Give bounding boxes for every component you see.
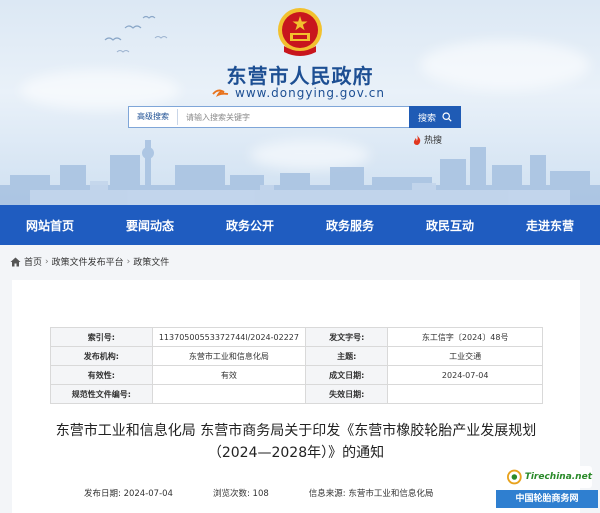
watermark-logo-text: Tirechina.net	[524, 472, 592, 482]
table-row: 规范性文件编号: 失效日期:	[50, 384, 543, 404]
meta-key: 发文字号:	[305, 327, 389, 347]
watermark: Tirechina.net 中国轮胎商务网	[496, 466, 598, 510]
breadcrumb-separator: ›	[126, 256, 131, 267]
publish-date: 发布日期: 2024-07-04	[84, 489, 173, 499]
meta-value: 东营市工业和信息化局	[151, 346, 307, 366]
city-skyline	[0, 140, 600, 205]
meta-value	[387, 384, 543, 404]
meta-key: 成文日期:	[305, 365, 389, 385]
meta-key: 失效日期:	[305, 384, 389, 404]
meta-key: 索引号:	[50, 327, 153, 347]
search-button[interactable]: 搜索	[409, 106, 461, 128]
breadcrumb: 首页 › 政策文件发布平台 › 政策文件	[10, 255, 169, 268]
search-icon	[442, 112, 452, 122]
nav-item-interaction[interactable]: 政民互动	[422, 217, 478, 234]
document-metadata-table: 索引号: 11370500553372744l/2024-02227 发文字号:…	[50, 327, 543, 404]
info-source: 信息来源: 东营市工业和信息化局	[308, 489, 434, 499]
site-url-text: www.dongying.gov.cn	[235, 86, 385, 100]
content-card: 索引号: 11370500553372744l/2024-02227 发文字号:…	[12, 280, 580, 513]
table-row: 发布机构: 东营市工业和信息化局 主题: 工业交通	[50, 346, 543, 366]
meta-value: 11370500553372744l/2024-02227	[151, 327, 307, 347]
nav-item-home[interactable]: 网站首页	[22, 217, 78, 234]
nav-item-about-dongying[interactable]: 走进东营	[522, 217, 578, 234]
birds-decoration	[104, 15, 168, 53]
meta-value: 东工信字〔2024〕48号	[387, 327, 543, 347]
search-bar: 高级搜索 搜索	[128, 106, 461, 128]
national-emblem-icon	[278, 8, 322, 56]
meta-key: 规范性文件编号:	[50, 384, 153, 404]
breadcrumb-home[interactable]: 首页	[24, 255, 42, 268]
watermark-cn-text: 中国轮胎商务网	[496, 490, 598, 508]
tire-logo-icon	[507, 469, 522, 485]
article-title-line2: （2024—2028年）》的通知	[207, 445, 385, 461]
article-info-bar: 发布日期: 2024-07-04 浏览次数: 108 信息来源: 东营市工业和信…	[84, 487, 473, 499]
search-input[interactable]	[186, 108, 409, 126]
advanced-search-link[interactable]: 高级搜索	[133, 109, 178, 125]
breadcrumb-level2[interactable]: 政策文件	[133, 255, 169, 268]
article-title-line1: 东营市工业和信息化局 东营市商务局关于印发《东营市橡胶轮胎产业发展规划	[55, 423, 537, 439]
site-name: 东营市人民政府	[226, 64, 374, 88]
meta-key: 主题:	[305, 346, 389, 366]
breadcrumb-separator: ›	[45, 256, 49, 267]
watermark-logo: Tirechina.net	[504, 466, 592, 488]
home-icon	[10, 257, 21, 266]
site-header: 东营市人民政府 www.dongying.gov.cn 高级搜索 搜索 热搜	[0, 0, 600, 205]
breadcrumb-level1[interactable]: 政策文件发布平台	[52, 255, 124, 268]
site-url: www.dongying.gov.cn	[212, 86, 385, 100]
nav-item-gov-services[interactable]: 政务服务	[322, 217, 378, 234]
search-button-label: 搜索	[417, 113, 436, 124]
table-row: 有效性: 有效 成文日期: 2024-07-04	[50, 365, 543, 385]
table-row: 索引号: 11370500553372744l/2024-02227 发文字号:…	[50, 327, 543, 347]
meta-key: 有效性:	[50, 365, 153, 385]
article-title: 东营市工业和信息化局 东营市商务局关于印发《东营市橡胶轮胎产业发展规划 （202…	[12, 420, 580, 464]
nav-item-gov-affairs[interactable]: 政务公开	[222, 217, 278, 234]
swirl-logo-icon	[212, 89, 229, 98]
meta-value: 2024-07-04	[387, 365, 543, 385]
meta-value	[151, 384, 307, 404]
meta-key: 发布机构:	[50, 346, 153, 366]
meta-value: 有效	[151, 365, 307, 385]
meta-value: 工业交通	[387, 346, 543, 366]
view-count: 浏览次数: 108	[212, 489, 269, 499]
nav-item-news[interactable]: 要闻动态	[122, 217, 178, 234]
main-nav: 网站首页 要闻动态 政务公开 政务服务 政民互动 走进东营	[0, 205, 600, 245]
